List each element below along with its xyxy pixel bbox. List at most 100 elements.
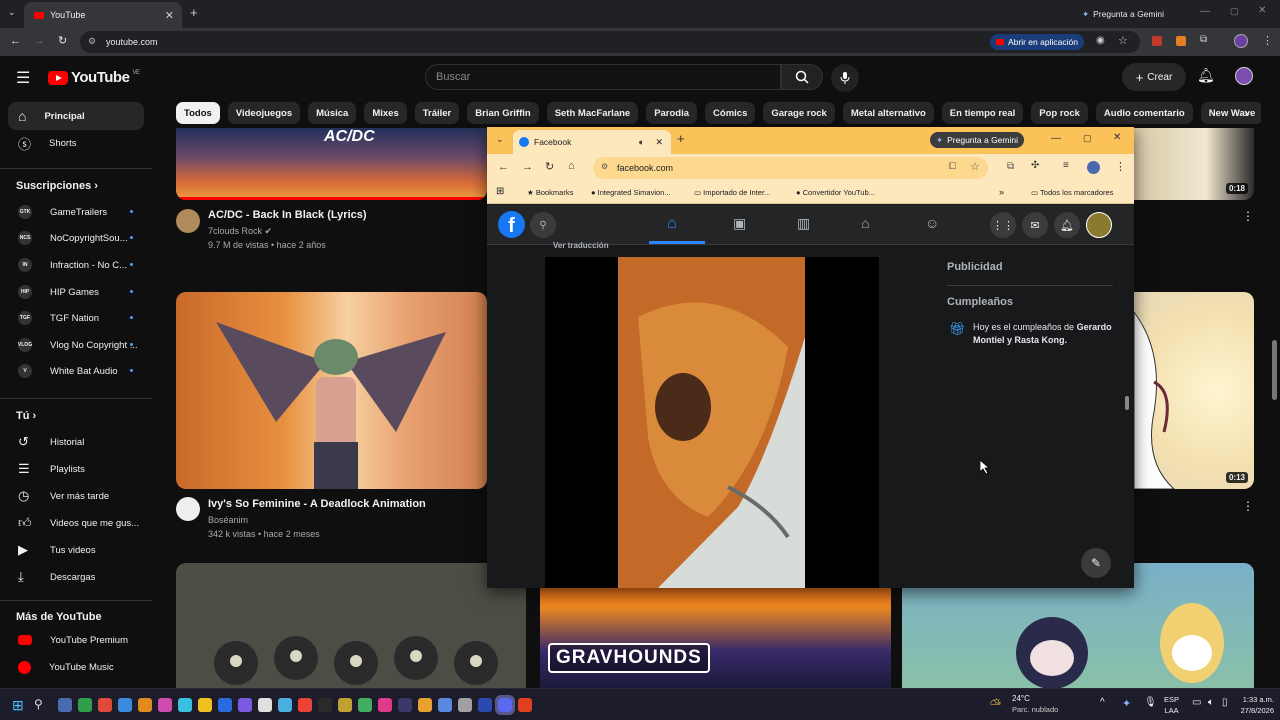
- chip-audio-comentario[interactable]: Audio comentario: [1095, 102, 1193, 124]
- bookmark-star-icon[interactable]: ☆: [1118, 34, 1128, 47]
- minimize-icon[interactable]: —: [1200, 6, 1210, 17]
- chip-todos[interactable]: Todos: [176, 102, 220, 124]
- chip-videojuegos[interactable]: Videojuegos: [227, 102, 301, 124]
- app-icon[interactable]: [338, 698, 352, 712]
- extensions-puzzle-icon[interactable]: ⧉: [1200, 34, 1207, 45]
- teams-app-icon[interactable]: [238, 698, 252, 712]
- extension-icon[interactable]: ⧉: [1007, 161, 1014, 172]
- show-hidden-icons-chevron[interactable]: ^: [1100, 697, 1105, 708]
- fb-video-icon[interactable]: ▣: [733, 215, 746, 232]
- sidebar-item-downloads[interactable]: ⤓ Descargas: [8, 563, 144, 591]
- whatsapp-app-icon[interactable]: [258, 698, 272, 712]
- google-app-icon[interactable]: [318, 698, 332, 712]
- forward-icon[interactable]: →: [34, 35, 45, 47]
- chip-seth-macfarlane[interactable]: Seth MacFarlane: [546, 102, 639, 124]
- copilot-app-icon[interactable]: [78, 698, 92, 712]
- extension-red-icon[interactable]: [1152, 36, 1162, 46]
- copilot-icon[interactable]: ✦: [1122, 697, 1131, 710]
- app-icon[interactable]: [378, 698, 392, 712]
- video-title[interactable]: AC/DC - Back In Black (Lyrics): [208, 209, 367, 221]
- firefox-app-icon[interactable]: [118, 698, 132, 712]
- menu-kebab-icon[interactable]: ⋮: [1115, 160, 1126, 173]
- app-icon[interactable]: [398, 698, 412, 712]
- extensions-puzzle-icon[interactable]: ✣: [1031, 160, 1039, 171]
- sidebar-item-playlists[interactable]: ☰ Playlists: [8, 455, 144, 483]
- video-player[interactable]: [545, 257, 879, 588]
- tab-youtube[interactable]: YouTube ✕: [24, 2, 182, 28]
- chip-garage-rock[interactable]: Garage rock: [763, 102, 835, 124]
- task-view-icon[interactable]: [58, 698, 72, 712]
- fb-groups-icon[interactable]: ☺: [925, 215, 939, 231]
- tab-facebook[interactable]: Facebook 🔈︎ ✕: [513, 130, 671, 154]
- app-icon[interactable]: [418, 698, 432, 712]
- fb-search-icon[interactable]: ⚲: [530, 212, 556, 238]
- app-icon[interactable]: [438, 698, 452, 712]
- video-thumbnail-right-top[interactable]: 0:18: [1134, 128, 1254, 200]
- gmail-app-icon[interactable]: [298, 698, 312, 712]
- apps-grid-icon[interactable]: ⊞: [496, 186, 504, 197]
- weather-condition[interactable]: Parc. nublado: [1012, 705, 1058, 714]
- minimize-icon[interactable]: —: [1051, 133, 1061, 144]
- sidebar-item-youtube-premium[interactable]: YouTube Premium: [8, 626, 144, 654]
- see-translation-link[interactable]: Ver traducción: [553, 241, 609, 250]
- app-icon[interactable]: [458, 698, 472, 712]
- menu-kebab-icon[interactable]: ⋮: [1262, 34, 1273, 47]
- chip-cómics[interactable]: Cómics: [705, 102, 756, 124]
- chip-tráiler[interactable]: Tráiler: [414, 102, 460, 124]
- more-bookmarks-icon[interactable]: »: [999, 187, 1004, 197]
- edge-app-icon[interactable]: [138, 698, 152, 712]
- all-bookmarks-folder[interactable]: ▭ Todos los marcadores: [1031, 188, 1113, 197]
- chip-parodia[interactable]: Parodia: [646, 102, 698, 124]
- address-bar[interactable]: ⚙ facebook.com ⧠ ☆: [593, 157, 988, 179]
- store-app-icon[interactable]: [178, 698, 192, 712]
- channel-avatar[interactable]: [176, 209, 200, 233]
- sidebar-item-shorts[interactable]: ⓢ Shorts: [8, 129, 144, 157]
- reload-icon[interactable]: ↻: [58, 34, 67, 47]
- subscription-item[interactable]: IN Infraction - No C...: [8, 251, 144, 279]
- extension-orange-icon[interactable]: [1176, 36, 1186, 46]
- youtube-logo[interactable]: YouTube VE: [48, 69, 140, 86]
- sidebar-item-your-videos[interactable]: ▶ Tus videos: [8, 536, 144, 564]
- app-icon[interactable]: [478, 698, 492, 712]
- fb-home-icon[interactable]: ⌂: [667, 215, 677, 233]
- subscription-item[interactable]: HIP HIP Games: [8, 278, 144, 306]
- outlook-app-icon[interactable]: [218, 698, 232, 712]
- chip-en-tiempo-real[interactable]: En tiempo real: [941, 102, 1024, 124]
- mail-app-icon[interactable]: [198, 698, 212, 712]
- scrollbar-thumb[interactable]: [1125, 396, 1129, 410]
- site-info-icon[interactable]: ⚙: [601, 162, 608, 171]
- close-tab-icon[interactable]: ✕: [165, 9, 174, 22]
- sidebar-item-history[interactable]: ↺ Historial: [8, 428, 144, 456]
- search-input[interactable]: Buscar: [425, 64, 781, 90]
- network-icon[interactable]: ▭: [1192, 697, 1201, 708]
- app-icon[interactable]: [358, 698, 372, 712]
- install-app-icon[interactable]: ⧠: [949, 161, 956, 172]
- weather-temp[interactable]: 24°C: [1012, 694, 1030, 703]
- video-thumbnail-right-middle[interactable]: 0:13: [1134, 292, 1254, 489]
- subscription-item[interactable]: NCS NoCopyrightSou...: [8, 224, 144, 252]
- fb-profile-avatar[interactable]: [1086, 212, 1112, 238]
- chip-new-wave[interactable]: New Wave: [1200, 102, 1261, 124]
- reload-icon[interactable]: ↻: [545, 160, 554, 173]
- back-icon[interactable]: ←: [10, 35, 21, 47]
- bookmark-item[interactable]: ★ Bookmarks: [527, 188, 573, 197]
- page-scrollbar-thumb[interactable]: [1272, 340, 1277, 400]
- home-icon[interactable]: ⌂: [568, 160, 575, 172]
- tab-list-chevron-icon[interactable]: ⌄: [496, 134, 504, 145]
- open-in-app-button[interactable]: Abrir en aplicación: [990, 34, 1084, 50]
- notifications-bell-icon[interactable]: 🔔︎: [1197, 67, 1215, 84]
- scrollbar[interactable]: [1124, 221, 1130, 588]
- microphone-tray-icon[interactable]: 🎙︎: [1144, 697, 1157, 708]
- voice-search-button[interactable]: [831, 64, 859, 92]
- fb-menu-grid-icon[interactable]: ⋮⋮: [990, 212, 1016, 238]
- account-avatar[interactable]: [1235, 67, 1253, 85]
- clock[interactable]: 1:33 a.m. 27/8/2026: [1230, 694, 1274, 716]
- maximize-icon[interactable]: ▢: [1083, 133, 1092, 144]
- sidebar-item-liked-videos[interactable]: 👍︎ Videos que me gus...: [8, 509, 144, 537]
- new-tab-icon[interactable]: +: [190, 5, 198, 20]
- discord-app-icon[interactable]: [495, 695, 515, 715]
- fb-messenger-icon[interactable]: ✉: [1022, 212, 1048, 238]
- bookmark-item[interactable]: ● Convertidor YouTub...: [796, 188, 875, 197]
- chip-mixes[interactable]: Mixes: [364, 102, 407, 124]
- close-window-icon[interactable]: ✕: [1258, 5, 1266, 16]
